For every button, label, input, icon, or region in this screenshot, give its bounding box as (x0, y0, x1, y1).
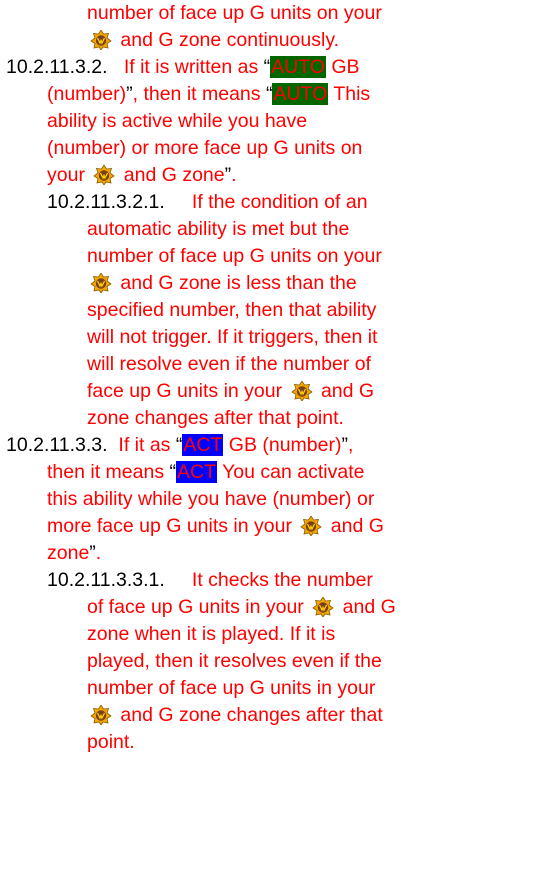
line-11: and G zone is less than the (87, 270, 357, 297)
line-1: number of face up G units on your (87, 2, 382, 24)
line-23: of face up G units in your and G (87, 596, 396, 618)
line-14: will resolve even if the number of (87, 353, 371, 375)
line-13: will not trigger. If it triggers, then i… (87, 326, 378, 348)
rule-number: 10.2.11.3.2.1. (47, 191, 165, 213)
line-27: and G zone changes after that (87, 702, 383, 729)
line-21: zone”. (47, 542, 102, 564)
rule-number: 10.2.11.3.3.1. (47, 569, 165, 591)
act-badge: ACT (176, 461, 217, 483)
line-12: specified number, then that ability (87, 299, 377, 321)
vanguard-circle-icon (90, 273, 112, 293)
line-15: face up G units in your and G (87, 380, 375, 402)
line-19: this ability while you have (number) or (47, 488, 375, 510)
vanguard-circle-icon (291, 381, 313, 401)
line-24: zone when it is played. If it is (87, 623, 336, 645)
line-26: number of face up G units in your (87, 677, 376, 699)
line-9: automatic ability is met but the (87, 218, 350, 240)
auto-badge: AUTO (272, 83, 329, 105)
vanguard-circle-icon (90, 705, 112, 725)
vanguard-circle-icon (300, 516, 322, 536)
vanguard-circle-icon (90, 30, 112, 50)
act-badge: ACT (182, 434, 224, 456)
rule-number: 10.2.11.3.2. (6, 56, 108, 78)
line-6: (number) or more face up G units on (47, 137, 363, 159)
line-18: then it means “ACT You can activate (47, 461, 365, 483)
line-7: your and G zone”. (47, 164, 237, 186)
line-28: point. (87, 731, 135, 753)
line-2: and G zone continuously. (87, 27, 339, 54)
vanguard-circle-icon (312, 597, 334, 617)
vanguard-circle-icon (93, 165, 115, 185)
line-10: number of face up G units on your (87, 245, 382, 267)
line-20: more face up G units in your and G (47, 515, 384, 537)
rule-10-2-11-3-2: 10.2.11.3.2. If it is written as “AUTO G… (6, 56, 360, 78)
rule-10-2-11-3-3: 10.2.11.3.3. If it as “ACT GB (number)”, (6, 434, 354, 456)
line-25: played, then it resolves even if the (87, 650, 382, 672)
line-5: ability is active while you have (47, 110, 308, 132)
line-16: zone changes after that point. (87, 407, 344, 429)
rule-10-2-11-3-2-1: 10.2.11.3.2.1. If the condition of an (47, 191, 368, 213)
line-4: (number)”, then it means “AUTO This (47, 83, 371, 105)
auto-badge: AUTO (270, 56, 326, 78)
rule-number: 10.2.11.3.3. (6, 434, 108, 456)
rule-10-2-11-3-3-1: 10.2.11.3.3.1. It checks the number (47, 569, 373, 591)
